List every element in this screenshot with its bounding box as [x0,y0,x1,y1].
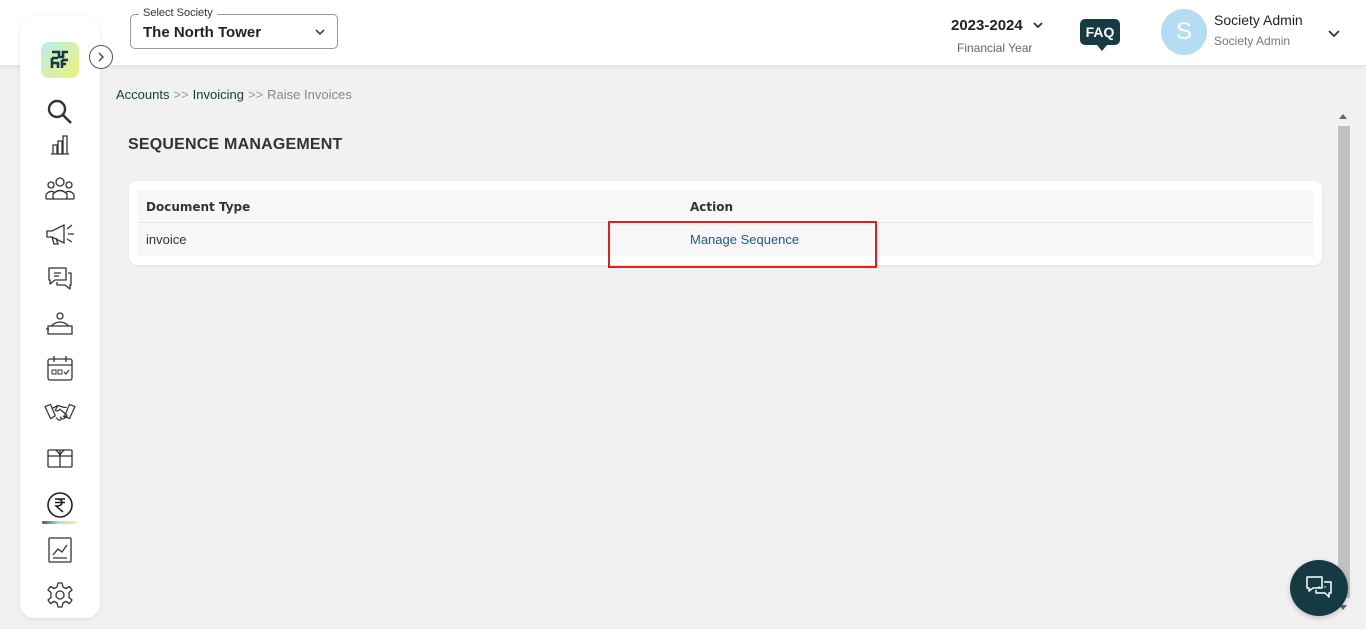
handshake-icon[interactable] [44,397,76,429]
gear-icon[interactable] [44,579,76,611]
column-header-document-type: Document Type [146,200,251,214]
bar-chart-icon[interactable] [44,129,76,161]
chat-bubbles-icon[interactable] [44,262,76,294]
users-icon[interactable] [44,172,76,204]
active-nav-indicator [42,521,76,524]
avatar[interactable]: S [1161,9,1207,55]
column-header-action: Action [690,200,734,214]
financial-year-value: 2023-2024 [951,17,1023,34]
breadcrumb-current: Raise Invoices [267,87,352,102]
report-chart-icon[interactable] [44,534,76,566]
user-role: Society Admin [1214,34,1291,48]
sidebar [20,16,100,618]
user-name: Society Admin [1214,12,1303,28]
breadcrumb-invoicing[interactable]: Invoicing [193,87,244,102]
scroll-up-arrow-icon[interactable] [1339,114,1347,119]
sidebar-expand-button[interactable] [89,45,113,69]
chat-support-button[interactable] [1290,560,1348,616]
helpdesk-icon[interactable] [44,308,76,340]
search-icon[interactable] [44,96,76,128]
calendar-icon[interactable] [44,353,76,385]
top-header: Select Society The North Tower 2023-2024… [0,0,1366,65]
highlight-box [608,221,877,268]
breadcrumb-separator: >> [173,87,189,102]
chevron-down-icon [1031,18,1045,37]
breadcrumb-separator: >> [247,87,264,102]
society-select[interactable]: Select Society The North Tower [130,7,338,49]
scrollbar-thumb[interactable] [1338,126,1350,598]
breadcrumb: Accounts >> Invoicing >> Raise Invoices [116,87,352,102]
table-header: Document Type Action [138,190,1313,223]
megaphone-icon[interactable] [44,217,76,249]
society-select-legend: Select Society [139,7,217,19]
document-type-cell: invoice [146,232,187,247]
chat-icon [1306,576,1332,598]
vertical-scrollbar[interactable] [1336,112,1350,612]
user-menu-chevron-icon[interactable] [1326,25,1342,46]
page-title: SEQUENCE MANAGEMENT [128,136,343,153]
society-select-value: The North Tower [143,24,262,41]
rupee-icon[interactable] [44,489,76,521]
app-logo[interactable] [41,42,79,78]
faq-button[interactable]: FAQ [1080,19,1120,51]
breadcrumb-accounts[interactable]: Accounts [116,87,169,102]
chevron-down-icon [313,25,327,44]
financial-year-label: Financial Year [957,41,1033,55]
parcel-icon[interactable] [44,442,76,474]
